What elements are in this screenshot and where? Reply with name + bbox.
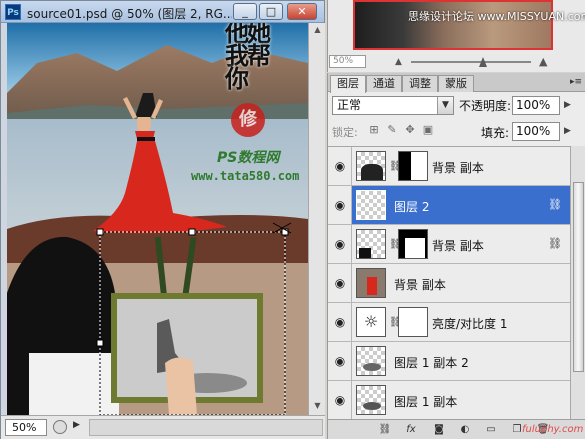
visibility-cell[interactable]: ◉ <box>328 303 352 341</box>
layer-row[interactable]: ◉ 图层 1 副本 <box>328 381 570 419</box>
lock-image-icon[interactable]: ✎ <box>386 124 398 136</box>
watermark-line1: PS数程网 <box>217 150 280 166</box>
layer-list: ◉ ⛓ 背景 副本 ◉ 图层 2 ⛓ ◉ ⛓ 背景 副本 ⛓ ◉ 背景 副本 ◉… <box>328 146 570 419</box>
chevron-down-icon: ▼ <box>437 97 453 114</box>
zoom-level-field[interactable]: 50% <box>5 419 47 436</box>
eye-icon[interactable]: ◉ <box>333 159 347 173</box>
corner-watermark: fuluphy.com <box>522 424 584 435</box>
eye-icon[interactable]: ◉ <box>333 198 347 212</box>
layer-row[interactable]: ◉ ⛓ 背景 副本 ⛓ <box>328 225 570 264</box>
scroll-down-icon[interactable]: ▼ <box>312 401 323 412</box>
brightness-contrast-icon: ☼ <box>356 307 386 337</box>
scroll-up-icon[interactable]: ▲ <box>312 25 323 36</box>
fx-icon[interactable]: fx <box>404 423 418 437</box>
status-menu-arrow-icon[interactable]: ▶ <box>73 420 85 434</box>
layer-mask-thumbnail <box>398 151 428 181</box>
zoom-in-icon[interactable]: ▲ <box>539 55 547 68</box>
layer-thumbnail <box>356 346 386 376</box>
link-icon: ⛓ <box>548 198 562 211</box>
layers-scroll-thumb[interactable] <box>573 182 584 372</box>
panel-menu-icon[interactable]: ▸≡ <box>570 77 582 87</box>
blend-mode-select[interactable]: 正常 ▼ <box>332 96 454 115</box>
visibility-cell[interactable]: ◉ <box>328 186 352 224</box>
layer-row[interactable]: ◉ ☼ ⛓ 亮度/对比度 1 <box>328 303 570 342</box>
visibility-cell[interactable]: ◉ <box>328 225 352 263</box>
fill-label: 填充: <box>481 126 510 140</box>
layer-mask-thumbnail <box>398 229 428 259</box>
lock-position-icon[interactable]: ✥ <box>404 124 416 136</box>
layer-name: 图层 2 <box>394 200 430 214</box>
visibility-cell[interactable]: ◉ <box>328 264 352 302</box>
lock-label: 锁定: <box>332 126 358 139</box>
document-status-bar: 50% ▶ <box>1 415 325 439</box>
eye-icon[interactable]: ◉ <box>333 276 347 290</box>
document-window: Ps source01.psd @ 50% (图层 2, RG... _ □ ✕ <box>0 0 325 439</box>
layer-name: 背景 副本 <box>394 278 446 292</box>
add-mask-icon[interactable]: ◙ <box>432 423 446 437</box>
navigator-watermark: 思缘设计论坛 www.MISSYUAN.com <box>408 10 585 23</box>
layer-thumbnail <box>356 385 386 415</box>
tab-masks[interactable]: 蒙版 <box>438 75 474 92</box>
tab-channels[interactable]: 通道 <box>366 75 402 92</box>
eye-icon[interactable]: ◉ <box>333 315 347 329</box>
red-seal: 修 <box>231 103 265 137</box>
blend-mode-value: 正常 <box>337 98 362 112</box>
visibility-cell[interactable]: ◉ <box>328 342 352 380</box>
navigator-zoom-slider[interactable]: ▲ ▲ <box>395 55 555 68</box>
layers-panel: 图层 通道 调整 蒙版 ▸≡ 正常 ▼ 不透明度: 100% ▶ 锁定: ⊞ ✎… <box>327 73 585 439</box>
new-group-icon[interactable]: ▭ <box>484 423 498 437</box>
layer-name: 图层 1 副本 <box>394 395 458 409</box>
document-canvas[interactable]: 他她我帮你 修 PS数程网 www.tata580.com <box>7 23 308 415</box>
layer-row[interactable]: ◉ 图层 1 副本 2 <box>328 342 570 381</box>
navigator-zoom-field[interactable]: 50% <box>329 55 366 68</box>
maximize-button[interactable]: □ <box>259 3 283 20</box>
document-horizontal-scrollbar[interactable] <box>89 419 323 436</box>
visibility-cell[interactable]: ◉ <box>328 381 352 419</box>
layer-row[interactable]: ◉ 背景 副本 <box>328 264 570 303</box>
visibility-cell[interactable]: ◉ <box>328 147 352 185</box>
photoshop-icon: Ps <box>5 4 21 20</box>
document-titlebar[interactable]: Ps source01.psd @ 50% (图层 2, RG... _ □ ✕ <box>1 1 324 23</box>
eye-icon[interactable]: ◉ <box>333 237 347 251</box>
status-info-icon[interactable] <box>53 420 67 434</box>
minimize-button[interactable]: _ <box>233 3 257 20</box>
layer-row[interactable]: ◉ ⛓ 背景 副本 <box>328 147 570 186</box>
document-vertical-scrollbar[interactable]: ▲ ▼ <box>308 23 325 415</box>
layer-mask-thumbnail <box>398 307 428 337</box>
eye-icon[interactable]: ◉ <box>333 354 347 368</box>
layer-row-selected[interactable]: ◉ 图层 2 ⛓ <box>328 186 570 225</box>
lock-all-icon[interactable]: ▣ <box>422 124 434 136</box>
panel-tabs: 图层 通道 调整 蒙版 ▸≡ <box>328 73 585 93</box>
layers-scrollbar[interactable] <box>570 146 585 419</box>
close-button[interactable]: ✕ <box>287 3 317 20</box>
opacity-label: 不透明度: <box>459 99 512 113</box>
opacity-dropdown-icon[interactable]: ▶ <box>564 100 571 110</box>
zoom-out-icon[interactable]: ▲ <box>395 57 402 67</box>
seal-text: 修 <box>239 109 257 130</box>
layer-name: 背景 副本 <box>432 161 484 175</box>
adjustment-layer-icon[interactable]: ◐ <box>458 423 472 437</box>
tab-adjustments[interactable]: 调整 <box>402 75 438 92</box>
eye-icon[interactable]: ◉ <box>333 393 347 407</box>
layer-thumbnail <box>356 268 386 298</box>
layer-name: 图层 1 副本 2 <box>394 356 469 370</box>
layer-thumbnail <box>356 190 386 220</box>
layer-thumbnail <box>356 151 386 181</box>
lock-transparency-icon[interactable]: ⊞ <box>368 124 380 136</box>
calligraphy-text: 他她我帮你 <box>225 23 271 93</box>
layer-thumbnail <box>356 229 386 259</box>
layer-name: 亮度/对比度 1 <box>432 317 508 331</box>
fill-input[interactable]: 100% <box>512 122 560 141</box>
watermark-line2: www.tata580.com <box>191 169 300 183</box>
link-icon: ⛓ <box>548 237 562 250</box>
layer-name: 背景 副本 <box>432 239 484 253</box>
document-title: source01.psd @ 50% (图层 2, RG... <box>27 7 232 21</box>
tab-layers[interactable]: 图层 <box>330 75 366 93</box>
opacity-input[interactable]: 100% <box>512 96 560 115</box>
fill-dropdown-icon[interactable]: ▶ <box>564 126 571 136</box>
link-layers-icon[interactable]: ⛓ <box>378 423 392 437</box>
zoom-slider-track[interactable] <box>411 61 531 63</box>
